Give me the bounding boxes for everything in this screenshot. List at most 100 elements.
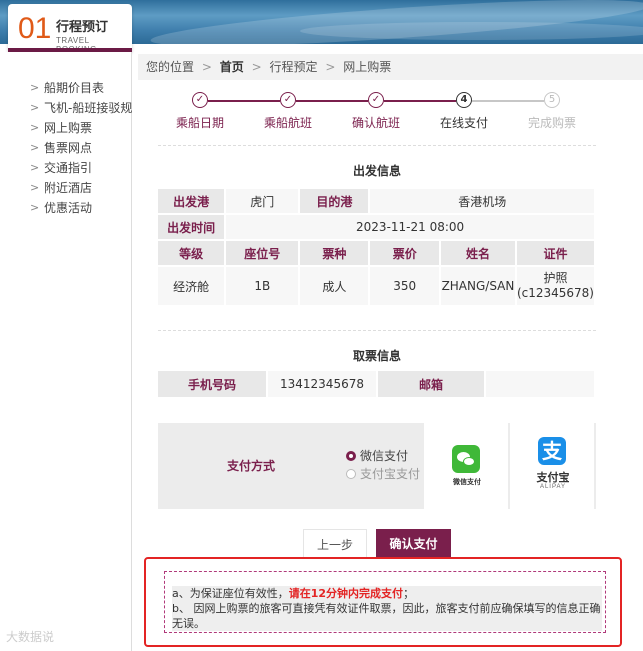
chevron-right-icon: > bbox=[30, 121, 40, 134]
column-header: 票价 bbox=[370, 241, 441, 267]
email-value bbox=[486, 371, 596, 397]
sidebar-item-ticket-outlets[interactable]: > 售票网点 bbox=[28, 138, 132, 158]
departure-section-title: 出发信息 bbox=[158, 145, 596, 179]
step-label: 完成购票 bbox=[527, 116, 576, 130]
port-label: 出发港 bbox=[158, 189, 227, 215]
sidebar-item-transport-guide[interactable]: > 交通指引 bbox=[28, 158, 132, 178]
sidebar-item-label: 交通指引 bbox=[44, 161, 93, 175]
alipay-icon: 支 bbox=[538, 437, 566, 465]
breadcrumb-separator: > bbox=[201, 60, 212, 74]
sidebar-item-label: 售票网点 bbox=[44, 141, 93, 155]
pickup-table: 手机号码 13412345678 邮箱 bbox=[158, 371, 596, 397]
payment-label: 支付方式 bbox=[226, 459, 275, 473]
chevron-right-icon: > bbox=[30, 181, 40, 194]
step-sailing-date: ✓ 乘船日期 bbox=[160, 92, 240, 131]
breadcrumb-separator: > bbox=[251, 60, 262, 74]
sidebar: > 船期价目表 > 飞机-船班接驳规 > 网上购票 > 售票网点 > 交通指引 > 附近酒店… bbox=[0, 52, 132, 651]
banner-wave bbox=[300, 22, 643, 40]
sidebar-item-schedule[interactable]: > 船期价目表 bbox=[28, 78, 132, 98]
sidebar-item-label: 附近酒店 bbox=[44, 181, 93, 195]
destination-label: 目的港 bbox=[300, 189, 371, 215]
alipay-option[interactable]: 支付宝支付 bbox=[344, 465, 422, 483]
phone-value: 13412345678 bbox=[268, 371, 378, 397]
check-icon: ✓ bbox=[192, 92, 208, 108]
notice-line-b: b、 因网上购票的旅客可直接凭有效证件取票，因此，旅客支付前应确保填写的信息正确… bbox=[172, 601, 602, 631]
column-header: 票种 bbox=[300, 241, 371, 267]
payment-options: 微信支付 支付宝支付 bbox=[344, 447, 422, 483]
logo-number: 01 bbox=[18, 12, 52, 45]
column-header: 座位号 bbox=[226, 241, 301, 267]
pickup-section-title: 取票信息 bbox=[158, 330, 596, 364]
sidebar-item-nearby-hotels[interactable]: > 附近酒店 bbox=[28, 178, 132, 198]
step-label: 乘船航班 bbox=[263, 116, 312, 130]
booking-steps: ✓ 乘船日期 ✓ 乘船航班 ✓ 确认航班 4 在线支付 5 完成购票 bbox=[160, 92, 600, 136]
seat-cell: 1B bbox=[226, 267, 301, 307]
alipay-caption: 支付宝 bbox=[536, 471, 570, 484]
notice-a-prefix: a、为保证座位有效性， bbox=[172, 587, 289, 600]
sidebar-item-flight-connection[interactable]: > 飞机-船班接驳规 bbox=[28, 98, 132, 118]
sidebar-item-label: 飞机-船班接驳规 bbox=[44, 101, 132, 115]
sidebar-item-online-booking[interactable]: > 网上购票 bbox=[28, 118, 132, 138]
notice-text: a、为保证座位有效性，请在12分钟内完成支付； b、 因网上购票的旅客可直接凭有… bbox=[172, 586, 602, 631]
wechat-pay-option[interactable]: 微信支付 bbox=[344, 447, 422, 465]
alipay-subcaption: ALIPAY bbox=[539, 484, 567, 490]
phone-label: 手机号码 bbox=[158, 371, 268, 397]
check-icon: ✓ bbox=[368, 92, 384, 108]
chevron-right-icon: > bbox=[30, 161, 40, 174]
step-label: 确认航班 bbox=[351, 116, 400, 130]
previous-step-button[interactable]: 上一步 bbox=[303, 529, 367, 559]
time-value: 2023-11-21 08:00 bbox=[226, 215, 596, 241]
wechat-pay-logo[interactable]: 微信支付 bbox=[422, 423, 508, 509]
sidebar-item-promotions[interactable]: > 优惠活动 bbox=[28, 198, 132, 218]
breadcrumb-separator: > bbox=[325, 60, 336, 74]
document-type: 护照 bbox=[543, 271, 568, 285]
sidebar-item-label: 优惠活动 bbox=[44, 201, 93, 215]
column-header: 证件 bbox=[516, 241, 596, 267]
chevron-right-icon: > bbox=[30, 101, 40, 114]
port-value: 虎门 bbox=[226, 189, 301, 215]
price-cell: 350 bbox=[370, 267, 441, 307]
logo-title: 行程预订 bbox=[56, 20, 109, 35]
step-confirm-flight: ✓ 确认航班 bbox=[336, 92, 416, 131]
alipay-logo[interactable]: 支 支付宝 ALIPAY bbox=[508, 423, 594, 509]
step-label: 乘船日期 bbox=[175, 116, 224, 130]
sidebar-item-label: 船期价目表 bbox=[44, 81, 105, 95]
notice-a-deadline: 请在12分钟内完成支付 bbox=[288, 587, 404, 600]
notice-line-a: a、为保证座位有效性，请在12分钟内完成支付； bbox=[172, 586, 602, 601]
step-number: 5 bbox=[544, 92, 560, 108]
notice-a-suffix: ； bbox=[403, 587, 415, 600]
email-label: 邮箱 bbox=[378, 371, 486, 397]
destination-value: 香港机场 bbox=[370, 189, 596, 215]
breadcrumb-level2-link[interactable]: 行程预定 bbox=[269, 60, 317, 74]
watermark: 大数据说 bbox=[6, 630, 55, 644]
radio-unselected-icon[interactable] bbox=[346, 469, 356, 479]
ticket-type-cell: 成人 bbox=[300, 267, 371, 307]
breadcrumb: 您的位置 > 首页 > 行程预定 > 网上购票 bbox=[138, 54, 643, 80]
chevron-right-icon: > bbox=[30, 201, 40, 214]
chevron-right-icon: > bbox=[30, 81, 40, 94]
radio-selected-icon[interactable] bbox=[346, 451, 356, 461]
section-logo: 01 行程预订 TRAVEL BOOKING bbox=[8, 4, 132, 54]
confirm-payment-button[interactable]: 确认支付 bbox=[376, 529, 451, 559]
name-cell: ZHANG/SAN bbox=[440, 267, 517, 307]
step-complete: 5 完成购票 bbox=[512, 92, 592, 131]
wechat-icon bbox=[452, 445, 480, 473]
column-header: 姓名 bbox=[440, 241, 517, 267]
sidebar-menu: > 船期价目表 > 飞机-船班接驳规 > 网上购票 > 售票网点 > 交通指引 > 附近酒店… bbox=[28, 78, 132, 218]
check-icon: ✓ bbox=[280, 92, 296, 108]
step-sailing-flight: ✓ 乘船航班 bbox=[248, 92, 328, 131]
breadcrumb-current: 网上购票 bbox=[343, 60, 392, 74]
payment-method-box: 支付方式 微信支付 支付宝支付 微信支付 支 支付宝 ALIPAY bbox=[158, 423, 596, 509]
chevron-right-icon: > bbox=[30, 141, 40, 154]
breadcrumb-prefix: 您的位置 bbox=[146, 60, 195, 74]
sidebar-item-label: 网上购票 bbox=[44, 121, 93, 135]
table-row: 经济舱 1B 成人 350 ZHANG/SAN 护照 (c12345678) bbox=[158, 267, 596, 307]
breadcrumb-home-link[interactable]: 首页 bbox=[220, 60, 244, 74]
cabin-class-cell: 经济舱 bbox=[158, 267, 227, 307]
step-label: 在线支付 bbox=[439, 116, 488, 130]
column-header: 等级 bbox=[158, 241, 227, 267]
option-label: 支付宝支付 bbox=[360, 467, 421, 481]
departure-table: 出发港 虎门 目的港 香港机场 出发时间 2023-11-21 08:00 等级… bbox=[158, 189, 596, 307]
option-label: 微信支付 bbox=[360, 449, 409, 463]
time-label: 出发时间 bbox=[158, 215, 227, 241]
